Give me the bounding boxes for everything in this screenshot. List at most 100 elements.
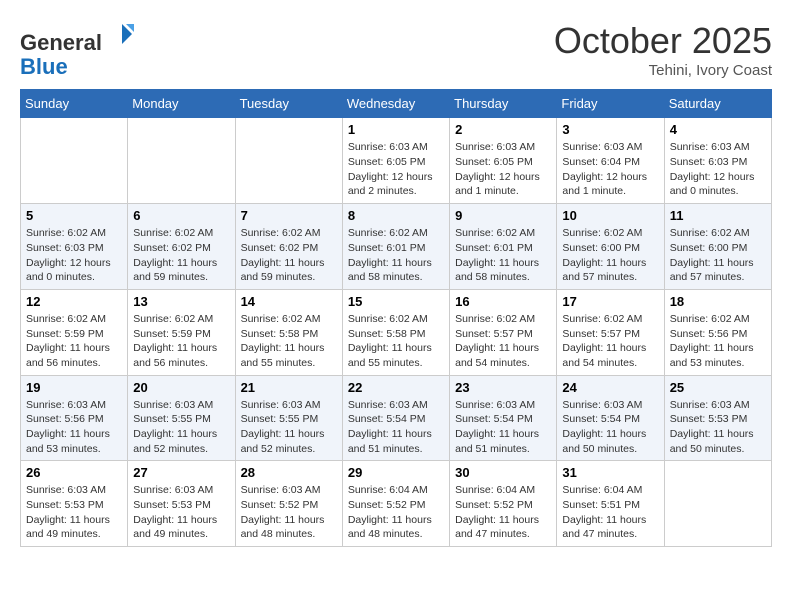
calendar-cell (21, 118, 128, 204)
day-info: Sunrise: 6:02 AMSunset: 5:56 PMDaylight:… (670, 312, 766, 371)
day-number: 6 (133, 208, 229, 223)
calendar-cell: 3 Sunrise: 6:03 AMSunset: 6:04 PMDaylight… (557, 118, 664, 204)
day-info: Sunrise: 6:03 AMSunset: 5:55 PMDaylight:… (241, 398, 337, 457)
day-info: Sunrise: 6:03 AMSunset: 5:53 PMDaylight:… (26, 483, 122, 542)
day-number: 21 (241, 380, 337, 395)
calendar-cell: 29 Sunrise: 6:04 AMSunset: 5:52 PMDayligh… (342, 461, 449, 547)
weekday-header: Sunday (21, 90, 128, 118)
day-number: 2 (455, 122, 551, 137)
day-number: 23 (455, 380, 551, 395)
calendar-cell: 10 Sunrise: 6:02 AMSunset: 6:00 PMDayligh… (557, 204, 664, 290)
calendar-cell: 5Sunrise: 6:02 AMSunset: 6:03 PMDaylight… (21, 204, 128, 290)
calendar-cell (235, 118, 342, 204)
calendar-table: SundayMondayTuesdayWednesdayThursdayFrid… (20, 89, 772, 547)
day-info: Sunrise: 6:04 AMSunset: 5:52 PMDaylight:… (348, 483, 444, 542)
day-info: Sunrise: 6:04 AMSunset: 5:51 PMDaylight:… (562, 483, 658, 542)
calendar-week-row: 26 Sunrise: 6:03 AMSunset: 5:53 PMDayligh… (21, 461, 772, 547)
day-info: Sunrise: 6:04 AMSunset: 5:52 PMDaylight:… (455, 483, 551, 542)
calendar-cell: 12Sunrise: 6:02 AMSunset: 5:59 PMDayligh… (21, 289, 128, 375)
day-info: Sunrise: 6:03 AMSunset: 5:56 PMDaylight:… (26, 398, 122, 457)
weekday-header: Monday (128, 90, 235, 118)
title-block: October 2025 Tehini, Ivory Coast (554, 20, 772, 79)
weekday-header-row: SundayMondayTuesdayWednesdayThursdayFrid… (21, 90, 772, 118)
weekday-header: Friday (557, 90, 664, 118)
day-number: 16 (455, 294, 551, 309)
logo-icon (104, 20, 134, 50)
day-info: Sunrise: 6:03 AMSunset: 6:05 PMDaylight:… (455, 140, 551, 199)
day-number: 22 (348, 380, 444, 395)
calendar-cell: 18 Sunrise: 6:02 AMSunset: 5:56 PMDayligh… (664, 289, 771, 375)
day-number: 4 (670, 122, 766, 137)
day-number: 29 (348, 465, 444, 480)
day-info: Sunrise: 6:02 AMSunset: 6:00 PMDaylight:… (670, 226, 766, 285)
day-info: Sunrise: 6:02 AMSunset: 6:02 PMDaylight:… (241, 226, 337, 285)
calendar-cell (664, 461, 771, 547)
day-info: Sunrise: 6:03 AMSunset: 6:04 PMDaylight:… (562, 140, 658, 199)
calendar-cell: 14 Sunrise: 6:02 AMSunset: 5:58 PMDayligh… (235, 289, 342, 375)
day-info: Sunrise: 6:02 AMSunset: 5:57 PMDaylight:… (455, 312, 551, 371)
calendar-cell: 21 Sunrise: 6:03 AMSunset: 5:55 PMDayligh… (235, 375, 342, 461)
day-info: Sunrise: 6:02 AMSunset: 5:58 PMDaylight:… (348, 312, 444, 371)
day-info: Sunrise: 6:03 AMSunset: 5:54 PMDaylight:… (562, 398, 658, 457)
calendar-week-row: 1 Sunrise: 6:03 AMSunset: 6:05 PMDaylight… (21, 118, 772, 204)
day-info: Sunrise: 6:02 AMSunset: 5:59 PMDaylight:… (26, 312, 122, 371)
calendar-cell: 31 Sunrise: 6:04 AMSunset: 5:51 PMDayligh… (557, 461, 664, 547)
day-info: Sunrise: 6:03 AMSunset: 6:05 PMDaylight:… (348, 140, 444, 199)
day-info: Sunrise: 6:03 AMSunset: 5:53 PMDaylight:… (670, 398, 766, 457)
calendar-cell: 1 Sunrise: 6:03 AMSunset: 6:05 PMDaylight… (342, 118, 449, 204)
day-info: Sunrise: 6:03 AMSunset: 5:55 PMDaylight:… (133, 398, 229, 457)
calendar-cell: 30 Sunrise: 6:04 AMSunset: 5:52 PMDayligh… (450, 461, 557, 547)
day-number: 17 (562, 294, 658, 309)
weekday-header: Thursday (450, 90, 557, 118)
day-info: Sunrise: 6:03 AMSunset: 5:53 PMDaylight:… (133, 483, 229, 542)
day-info: Sunrise: 6:03 AMSunset: 5:54 PMDaylight:… (455, 398, 551, 457)
day-number: 15 (348, 294, 444, 309)
day-info: Sunrise: 6:02 AMSunset: 6:00 PMDaylight:… (562, 226, 658, 285)
calendar-cell: 11 Sunrise: 6:02 AMSunset: 6:00 PMDayligh… (664, 204, 771, 290)
weekday-header: Saturday (664, 90, 771, 118)
day-number: 20 (133, 380, 229, 395)
logo: General Blue (20, 20, 134, 79)
day-number: 7 (241, 208, 337, 223)
day-number: 18 (670, 294, 766, 309)
day-info: Sunrise: 6:02 AMSunset: 5:59 PMDaylight:… (133, 312, 229, 371)
day-number: 30 (455, 465, 551, 480)
weekday-header: Wednesday (342, 90, 449, 118)
day-number: 3 (562, 122, 658, 137)
day-info: Sunrise: 6:03 AMSunset: 6:03 PMDaylight:… (670, 140, 766, 199)
calendar-week-row: 12Sunrise: 6:02 AMSunset: 5:59 PMDayligh… (21, 289, 772, 375)
calendar-cell: 17 Sunrise: 6:02 AMSunset: 5:57 PMDayligh… (557, 289, 664, 375)
location: Tehini, Ivory Coast (554, 62, 772, 79)
day-info: Sunrise: 6:03 AMSunset: 5:54 PMDaylight:… (348, 398, 444, 457)
weekday-header: Tuesday (235, 90, 342, 118)
day-number: 1 (348, 122, 444, 137)
calendar-cell: 26 Sunrise: 6:03 AMSunset: 5:53 PMDayligh… (21, 461, 128, 547)
day-number: 14 (241, 294, 337, 309)
calendar-week-row: 5Sunrise: 6:02 AMSunset: 6:03 PMDaylight… (21, 204, 772, 290)
day-number: 24 (562, 380, 658, 395)
calendar-cell: 7 Sunrise: 6:02 AMSunset: 6:02 PMDaylight… (235, 204, 342, 290)
page-header: General Blue October 2025 Tehini, Ivory … (20, 20, 772, 79)
calendar-cell: 15 Sunrise: 6:02 AMSunset: 5:58 PMDayligh… (342, 289, 449, 375)
calendar-cell: 19 Sunrise: 6:03 AMSunset: 5:56 PMDayligh… (21, 375, 128, 461)
day-info: Sunrise: 6:02 AMSunset: 5:58 PMDaylight:… (241, 312, 337, 371)
calendar-cell: 16 Sunrise: 6:02 AMSunset: 5:57 PMDayligh… (450, 289, 557, 375)
day-info: Sunrise: 6:02 AMSunset: 6:01 PMDaylight:… (348, 226, 444, 285)
day-number: 31 (562, 465, 658, 480)
calendar-cell: 4 Sunrise: 6:03 AMSunset: 6:03 PMDaylight… (664, 118, 771, 204)
day-number: 19 (26, 380, 122, 395)
month-title: October 2025 (554, 20, 772, 62)
logo-general: General (20, 30, 102, 55)
day-number: 10 (562, 208, 658, 223)
day-number: 25 (670, 380, 766, 395)
day-number: 11 (670, 208, 766, 223)
calendar-week-row: 19 Sunrise: 6:03 AMSunset: 5:56 PMDayligh… (21, 375, 772, 461)
calendar-cell: 6 Sunrise: 6:02 AMSunset: 6:02 PMDaylight… (128, 204, 235, 290)
day-info: Sunrise: 6:02 AMSunset: 5:57 PMDaylight:… (562, 312, 658, 371)
calendar-cell: 27Sunrise: 6:03 AMSunset: 5:53 PMDayligh… (128, 461, 235, 547)
day-info: Sunrise: 6:02 AMSunset: 6:01 PMDaylight:… (455, 226, 551, 285)
day-info: Sunrise: 6:02 AMSunset: 6:02 PMDaylight:… (133, 226, 229, 285)
calendar-cell: 13Sunrise: 6:02 AMSunset: 5:59 PMDayligh… (128, 289, 235, 375)
day-number: 26 (26, 465, 122, 480)
day-number: 9 (455, 208, 551, 223)
